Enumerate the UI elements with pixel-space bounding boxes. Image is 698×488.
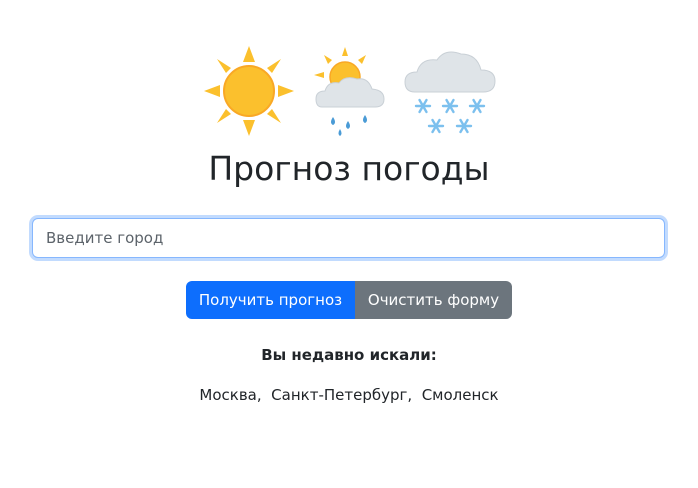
weather-icons — [0, 44, 698, 140]
sun-icon — [202, 44, 296, 138]
recent-separator: , — [407, 386, 422, 404]
recent-city-link[interactable]: Москва — [199, 386, 256, 404]
sun-behind-rain-cloud-icon — [312, 47, 386, 139]
page-title: Прогноз погоды — [208, 149, 490, 188]
form-button-group: Получить прогноз Очистить форму — [186, 281, 512, 319]
weather-page: Прогноз погоды Получить прогноз Очистить… — [0, 0, 698, 488]
city-search-input[interactable] — [32, 218, 665, 258]
recent-city-link[interactable]: Смоленск — [422, 386, 499, 404]
recent-separator: , — [256, 386, 272, 404]
recent-searches-list: Москва, Санкт-Петербург, Смоленск — [0, 384, 698, 406]
get-forecast-button[interactable]: Получить прогноз — [186, 281, 355, 319]
snow-cloud-icon — [403, 48, 497, 138]
recent-city-link[interactable]: Санкт-Петербург — [271, 386, 407, 404]
clear-form-button[interactable]: Очистить форму — [355, 281, 512, 319]
recent-searches-heading: Вы недавно искали: — [261, 346, 437, 364]
